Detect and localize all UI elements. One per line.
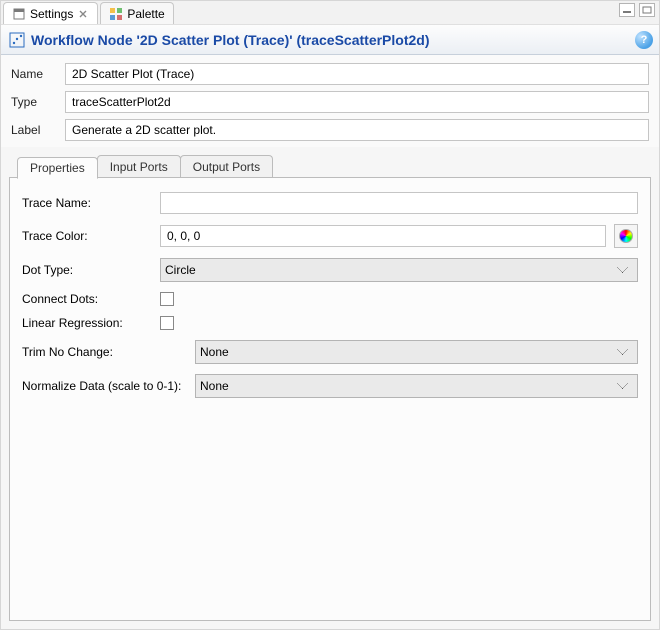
- color-picker-button[interactable]: [614, 224, 638, 248]
- dot-type-label: Dot Type:: [22, 263, 152, 277]
- connect-dots-checkbox[interactable]: [160, 292, 174, 306]
- palette-tab-icon: [109, 7, 123, 21]
- subtabs: Properties Input Ports Output Ports Trac…: [9, 153, 651, 621]
- connect-dots-label: Connect Dots:: [22, 292, 152, 306]
- row-connect-dots: Connect Dots:: [22, 292, 638, 306]
- row-type: Type: [11, 91, 649, 113]
- label-field[interactable]: [65, 119, 649, 141]
- name-field[interactable]: [65, 63, 649, 85]
- properties-pane: Trace Name: Trace Color: Dot Type: Circl…: [9, 177, 651, 621]
- node-header: Workflow Node '2D Scatter Plot (Trace)' …: [1, 25, 659, 55]
- tab-settings-label: Settings: [30, 7, 73, 21]
- trim-no-change-select[interactable]: None: [195, 340, 638, 364]
- type-field[interactable]: [65, 91, 649, 113]
- trace-name-label: Trace Name:: [22, 196, 152, 210]
- minimize-button[interactable]: [619, 3, 635, 17]
- settings-tab-icon: [12, 7, 26, 21]
- linear-regression-label: Linear Regression:: [22, 316, 152, 330]
- trim-no-change-label: Trim No Change:: [22, 345, 187, 359]
- settings-view: Settings Palette: [0, 0, 660, 630]
- basic-form: Name Type Label: [1, 55, 659, 147]
- row-trace-name: Trace Name:: [22, 192, 638, 214]
- row-linear-regression: Linear Regression:: [22, 316, 638, 330]
- row-trace-color: Trace Color:: [22, 224, 638, 248]
- normalize-label: Normalize Data (scale to 0-1):: [22, 379, 187, 393]
- trace-name-field[interactable]: [160, 192, 638, 214]
- subtabs-row: Properties Input Ports Output Ports: [9, 153, 651, 177]
- trace-color-label: Trace Color:: [22, 229, 152, 243]
- type-label: Type: [11, 95, 55, 109]
- tab-palette-label: Palette: [127, 7, 164, 21]
- color-wheel-icon: [619, 229, 633, 243]
- tab-settings[interactable]: Settings: [3, 2, 98, 24]
- view-tabrow: Settings Palette: [3, 2, 176, 24]
- view-tabbar: Settings Palette: [1, 1, 659, 25]
- tab-properties-label: Properties: [30, 161, 85, 175]
- tab-properties[interactable]: Properties: [17, 157, 98, 179]
- trace-color-field[interactable]: [160, 225, 606, 247]
- maximize-button[interactable]: [639, 3, 655, 17]
- tab-output-ports-label: Output Ports: [193, 160, 260, 174]
- row-dot-type: Dot Type: Circle: [22, 258, 638, 282]
- row-trim-no-change: Trim No Change: None: [22, 340, 638, 364]
- dot-type-select[interactable]: Circle: [160, 258, 638, 282]
- tab-output-ports[interactable]: Output Ports: [180, 155, 273, 177]
- close-icon[interactable]: [77, 8, 89, 20]
- row-label: Label: [11, 119, 649, 141]
- tab-input-ports-label: Input Ports: [110, 160, 168, 174]
- node-icon: [9, 32, 25, 48]
- tabbar-controls: [619, 3, 655, 17]
- linear-regression-checkbox[interactable]: [160, 316, 174, 330]
- row-name: Name: [11, 63, 649, 85]
- page-title: Workflow Node '2D Scatter Plot (Trace)' …: [31, 32, 430, 48]
- help-icon[interactable]: ?: [635, 31, 653, 49]
- row-normalize: Normalize Data (scale to 0-1): None: [22, 374, 638, 398]
- normalize-select[interactable]: None: [195, 374, 638, 398]
- label-label: Label: [11, 123, 55, 137]
- tab-palette[interactable]: Palette: [100, 2, 173, 24]
- name-label: Name: [11, 67, 55, 81]
- tab-input-ports[interactable]: Input Ports: [97, 155, 181, 177]
